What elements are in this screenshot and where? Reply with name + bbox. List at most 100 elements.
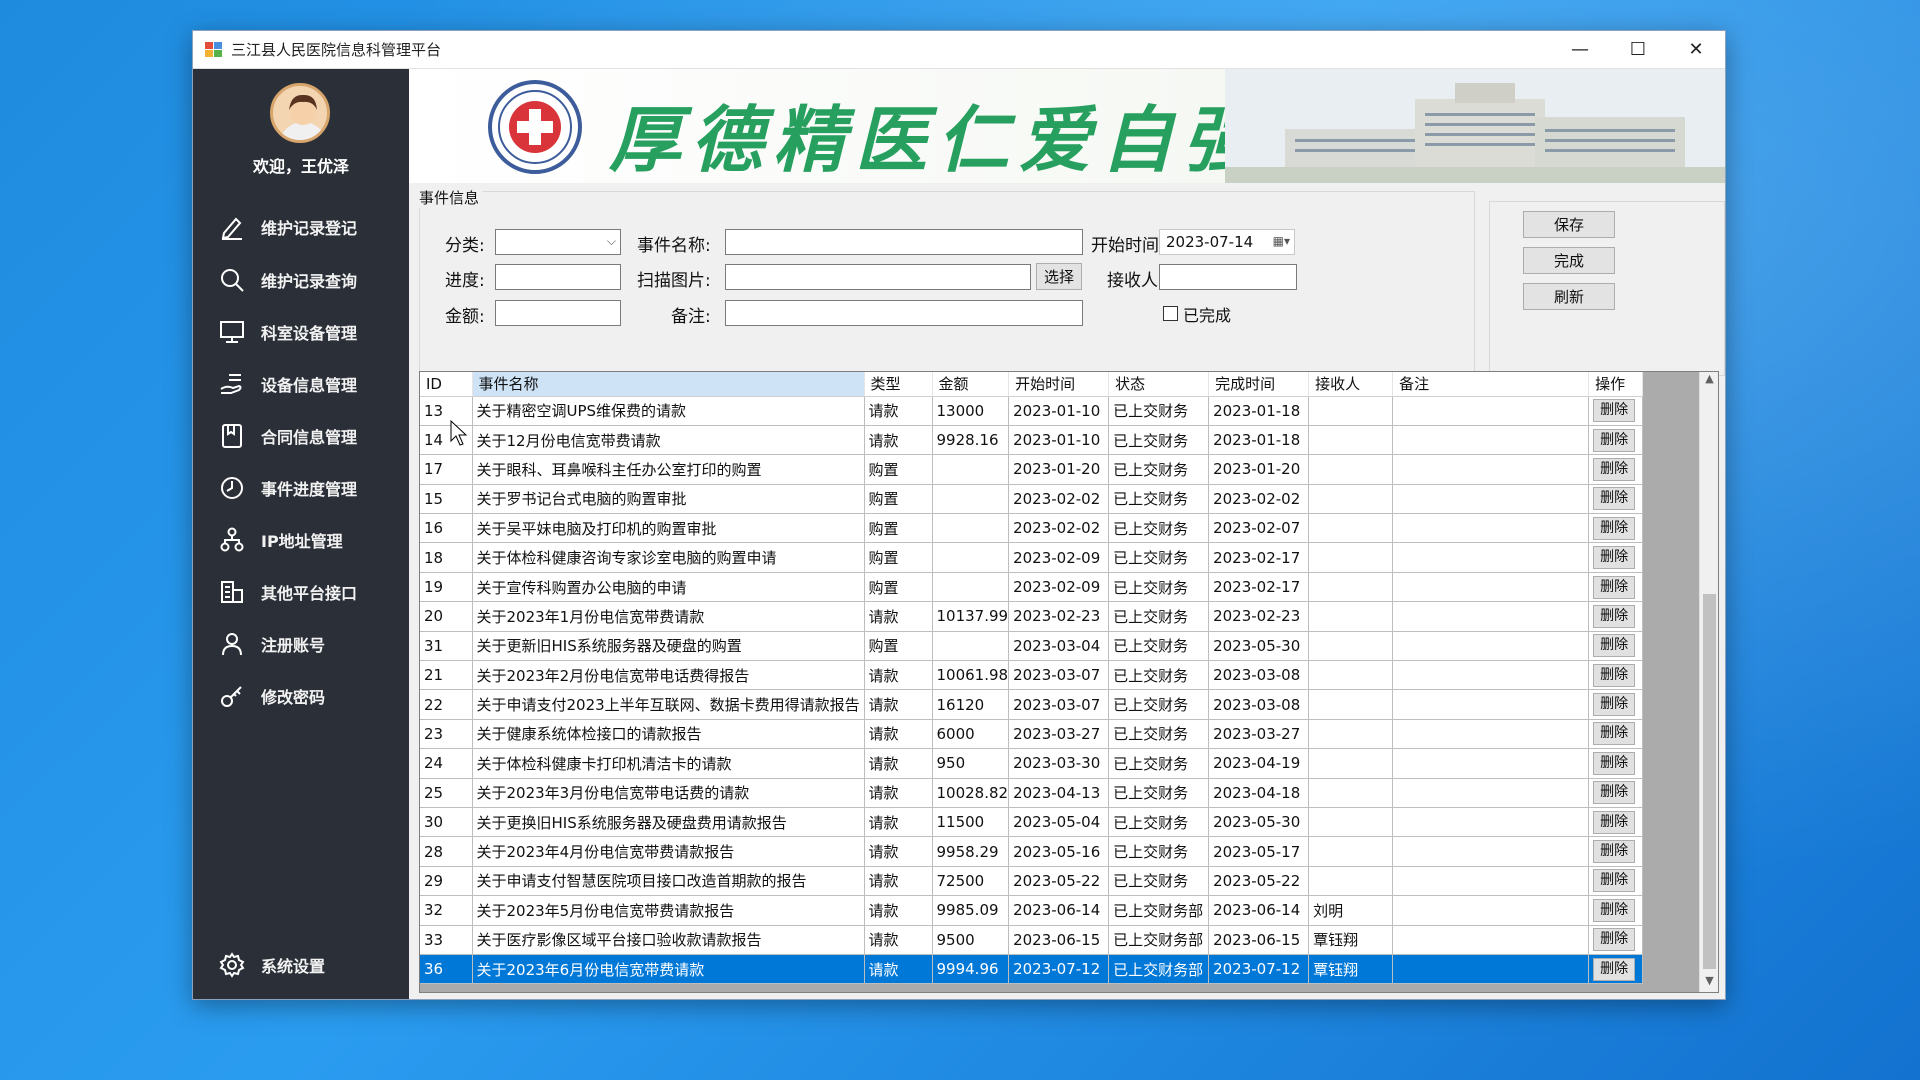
cell-receiver[interactable]: 刘明 (1308, 895, 1394, 926)
cell-amount[interactable] (932, 631, 1010, 662)
cell-note[interactable] (1392, 778, 1590, 808)
delete-button[interactable]: 删除 (1593, 399, 1636, 423)
cell-note[interactable] (1392, 719, 1590, 750)
cell-start-time[interactable]: 2023-03-07 (1008, 689, 1110, 720)
col-header-operation[interactable]: 操作 (1588, 372, 1644, 397)
nav-register-account[interactable]: 注册账号 (193, 624, 409, 664)
delete-button[interactable]: 删除 (1593, 634, 1636, 658)
cell-receiver[interactable]: 覃钰翔 (1308, 925, 1394, 955)
delete-button[interactable]: 删除 (1593, 751, 1636, 775)
cell-finish-time[interactable]: 2023-02-23 (1208, 601, 1310, 632)
cell-event-name[interactable]: 关于罗书记台式电脑的购置审批 (472, 484, 865, 515)
cell-id[interactable]: 29 (420, 866, 473, 897)
table-row[interactable]: 13 关于精密空调UPS维保费的请款 请款 13000 2023-01-10 已上交财务 2… (420, 396, 1644, 426)
cell-note[interactable] (1392, 572, 1590, 603)
delete-button[interactable]: 删除 (1593, 663, 1636, 687)
table-row[interactable]: 28 关于2023年4月份电信宽带费请款报告 请款 9958.29 2023-05-16… (420, 836, 1644, 867)
cell-amount[interactable]: 9958.29 (932, 836, 1010, 867)
col-header-finish-time[interactable]: 完成时间 (1208, 372, 1310, 397)
cell-status[interactable]: 已上交财务 (1108, 396, 1210, 426)
table-row[interactable]: 24 关于体检科健康卡打印机清洁卡的请款 请款 950 2023-03-30 已上交财务 2… (420, 748, 1644, 779)
cell-note[interactable] (1392, 454, 1590, 485)
cell-status[interactable]: 已上交财务 (1108, 866, 1210, 897)
nav-change-password[interactable]: 修改密码 (193, 676, 409, 716)
note-field[interactable] (725, 300, 1083, 326)
cell-receiver[interactable] (1308, 807, 1394, 838)
cell-amount[interactable]: 16120 (932, 689, 1010, 720)
cell-status[interactable]: 已上交财务部 (1108, 895, 1210, 926)
cell-id[interactable]: 15 (420, 484, 473, 515)
cell-id[interactable]: 24 (420, 748, 473, 779)
cell-start-time[interactable]: 2023-02-02 (1008, 484, 1110, 515)
cell-note[interactable] (1392, 925, 1590, 955)
cell-amount[interactable]: 72500 (932, 866, 1010, 897)
scroll-down-icon[interactable]: ▼ (1700, 974, 1718, 992)
col-header-type[interactable]: 类型 (864, 372, 933, 397)
cell-event-name[interactable]: 关于健康系统体检接口的请款报告 (472, 719, 865, 750)
cell-note[interactable] (1392, 689, 1590, 720)
cell-status[interactable]: 已上交财务 (1108, 836, 1210, 867)
delete-button[interactable]: 删除 (1593, 604, 1636, 628)
nav-event-progress[interactable]: 事件进度管理 (193, 468, 409, 508)
cell-event-name[interactable]: 关于更新旧HIS系统服务器及硬盘的购置 (472, 631, 865, 662)
cell-receiver[interactable] (1308, 836, 1394, 867)
delete-button[interactable]: 删除 (1593, 957, 1636, 981)
cell-start-time[interactable]: 2023-05-04 (1008, 807, 1110, 838)
cell-event-name[interactable]: 关于眼科、耳鼻喉科主任办公室打印的购置 (472, 454, 865, 485)
col-header-start-time[interactable]: 开始时间 (1008, 372, 1110, 397)
table-row[interactable]: 22 关于申请支付2023上半年互联网、数据卡费用得请款报告 请款 16120 2023… (420, 689, 1644, 720)
cell-start-time[interactable]: 2023-02-09 (1008, 542, 1110, 573)
nav-system-settings[interactable]: 系统设置 (193, 945, 409, 985)
col-header-amount[interactable]: 金额 (932, 372, 1010, 397)
cell-event-name[interactable]: 关于医疗影像区域平台接口验收款请款报告 (472, 925, 865, 955)
nav-ip-address[interactable]: IP地址管理 (193, 520, 409, 560)
done-checkbox[interactable] (1163, 306, 1178, 321)
delete-button[interactable]: 删除 (1593, 722, 1636, 746)
table-row[interactable]: 14 关于12月份电信宽带费请款 请款 9928.16 2023-01-10 已上交财务 2… (420, 425, 1644, 456)
cell-event-name[interactable]: 关于宣传科购置办公电脑的申请 (472, 572, 865, 603)
cell-note[interactable] (1392, 601, 1590, 632)
cell-type[interactable]: 请款 (864, 719, 933, 750)
start-time-picker[interactable]: 2023-07-14 ▦▾ (1159, 229, 1295, 255)
cell-id[interactable]: 36 (420, 954, 473, 985)
complete-button[interactable]: 完成 (1523, 247, 1615, 274)
cell-id[interactable]: 16 (420, 513, 473, 544)
cell-note[interactable] (1392, 807, 1590, 838)
table-row[interactable]: 23 关于健康系统体检接口的请款报告 请款 6000 2023-03-27 已上交财务 20… (420, 719, 1644, 750)
cell-finish-time[interactable]: 2023-01-18 (1208, 396, 1310, 426)
cell-event-name[interactable]: 关于体检科健康卡打印机清洁卡的请款 (472, 748, 865, 779)
cell-status[interactable]: 已上交财务 (1108, 454, 1210, 485)
delete-button[interactable]: 删除 (1593, 516, 1636, 540)
cell-id[interactable]: 23 (420, 719, 473, 750)
delete-button[interactable]: 删除 (1593, 928, 1636, 952)
table-row[interactable]: 33 关于医疗影像区域平台接口验收款请款报告 请款 9500 2023-06-15 已上交… (420, 925, 1644, 955)
table-row[interactable]: 20 关于2023年1月份电信宽带费请款 请款 10137.99 2023-02-23 已… (420, 601, 1644, 632)
cell-start-time[interactable]: 2023-02-09 (1008, 572, 1110, 603)
cell-status[interactable]: 已上交财务部 (1108, 925, 1210, 955)
cell-status[interactable]: 已上交财务 (1108, 689, 1210, 720)
cell-event-name[interactable]: 关于申请支付2023上半年互联网、数据卡费用得请款报告 (472, 689, 865, 720)
cell-note[interactable] (1392, 513, 1590, 544)
delete-button[interactable]: 删除 (1593, 810, 1636, 834)
delete-button[interactable]: 删除 (1593, 869, 1636, 893)
save-button[interactable]: 保存 (1523, 211, 1615, 238)
cell-amount[interactable]: 10137.99 (932, 601, 1010, 632)
cell-event-name[interactable]: 关于2023年4月份电信宽带费请款报告 (472, 836, 865, 867)
cell-start-time[interactable]: 2023-01-20 (1008, 454, 1110, 485)
scan-image-field[interactable] (725, 264, 1031, 290)
cell-finish-time[interactable]: 2023-02-17 (1208, 572, 1310, 603)
cell-status[interactable]: 已上交财务 (1108, 572, 1210, 603)
cell-finish-time[interactable]: 2023-01-18 (1208, 425, 1310, 456)
cell-status[interactable]: 已上交财务 (1108, 542, 1210, 573)
cell-start-time[interactable]: 2023-05-22 (1008, 866, 1110, 897)
receiver-field[interactable] (1159, 264, 1297, 290)
cell-start-time[interactable]: 2023-01-10 (1008, 425, 1110, 456)
cell-start-time[interactable]: 2023-05-16 (1008, 836, 1110, 867)
vertical-scrollbar[interactable]: ▲ ▼ (1699, 372, 1718, 992)
col-header-id[interactable]: ID (420, 372, 473, 397)
delete-button[interactable]: 删除 (1593, 457, 1636, 481)
cell-id[interactable]: 17 (420, 454, 473, 485)
cell-type[interactable]: 购置 (864, 454, 933, 485)
cell-finish-time[interactable]: 2023-01-20 (1208, 454, 1310, 485)
cell-amount[interactable]: 13000 (932, 396, 1010, 426)
